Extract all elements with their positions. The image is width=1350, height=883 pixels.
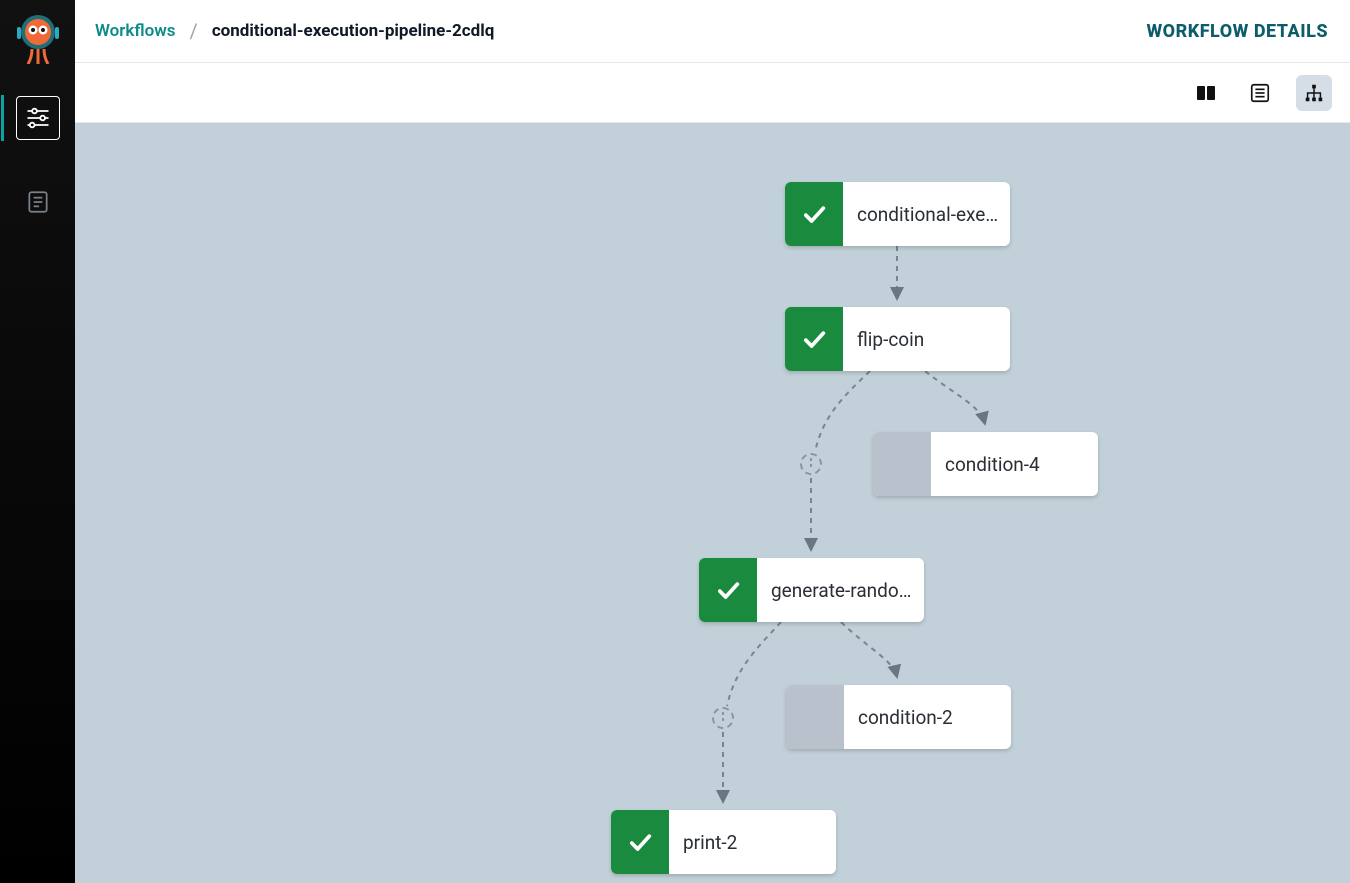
check-icon [800,200,828,228]
succeeded-status-icon [611,810,669,874]
graph-node-n2[interactable]: flip-coin [785,307,1010,371]
list-icon [1249,82,1271,104]
sidebar [0,0,75,883]
succeeded-status-icon [785,182,843,246]
graph-node-n6[interactable]: print-2 [611,810,836,874]
node-label: generate-rando… [757,558,924,622]
breadcrumb: Workflows / conditional-execution-pipeli… [95,19,494,43]
succeeded-status-icon [785,307,843,371]
node-label: conditional-exe… [843,182,1010,246]
node-label: condition-4 [931,432,1098,496]
breadcrumb-root[interactable]: Workflows [95,21,176,41]
check-icon [800,325,828,353]
graph-junction-j2 [712,707,734,729]
graph-edges [75,123,1350,883]
argo-logo [9,8,67,66]
sliders-icon [24,104,52,132]
breadcrumb-sep: / [190,19,198,43]
graph-node-n3[interactable]: condition-4 [873,432,1098,496]
graph-node-n1[interactable]: conditional-exe… [785,182,1010,246]
succeeded-status-icon [699,558,757,622]
header: Workflows / conditional-execution-pipeli… [75,0,1350,63]
graph-canvas[interactable]: conditional-exe… flip-coin condition-4gene… [75,123,1350,883]
graph-node-n5[interactable]: condition-2 [786,685,1011,749]
columns-view-button[interactable] [1188,75,1224,111]
book-icon [25,189,51,215]
workflows-nav[interactable] [16,96,60,140]
list-view-button[interactable] [1242,75,1278,111]
view-toolbar [75,63,1350,123]
skipped-status-icon [786,685,844,749]
skipped-status-icon [873,432,931,496]
node-label: print-2 [669,810,836,874]
columns-icon [1194,81,1218,105]
templates-nav[interactable] [16,180,60,224]
node-label: flip-coin [843,307,1010,371]
argo-logo-icon [11,10,65,64]
graph-node-n4[interactable]: generate-rando… [699,558,924,622]
graph-junction-j1 [800,453,822,475]
check-icon [714,576,742,604]
workflow-details-link[interactable]: WORKFLOW DETAILS [1146,21,1328,42]
check-icon [626,828,654,856]
breadcrumb-current: conditional-execution-pipeline-2cdlq [212,21,495,41]
graph-view-button[interactable] [1296,75,1332,111]
main-area: Workflows / conditional-execution-pipeli… [75,0,1350,883]
sitemap-icon [1303,82,1325,104]
node-label: condition-2 [844,685,1011,749]
